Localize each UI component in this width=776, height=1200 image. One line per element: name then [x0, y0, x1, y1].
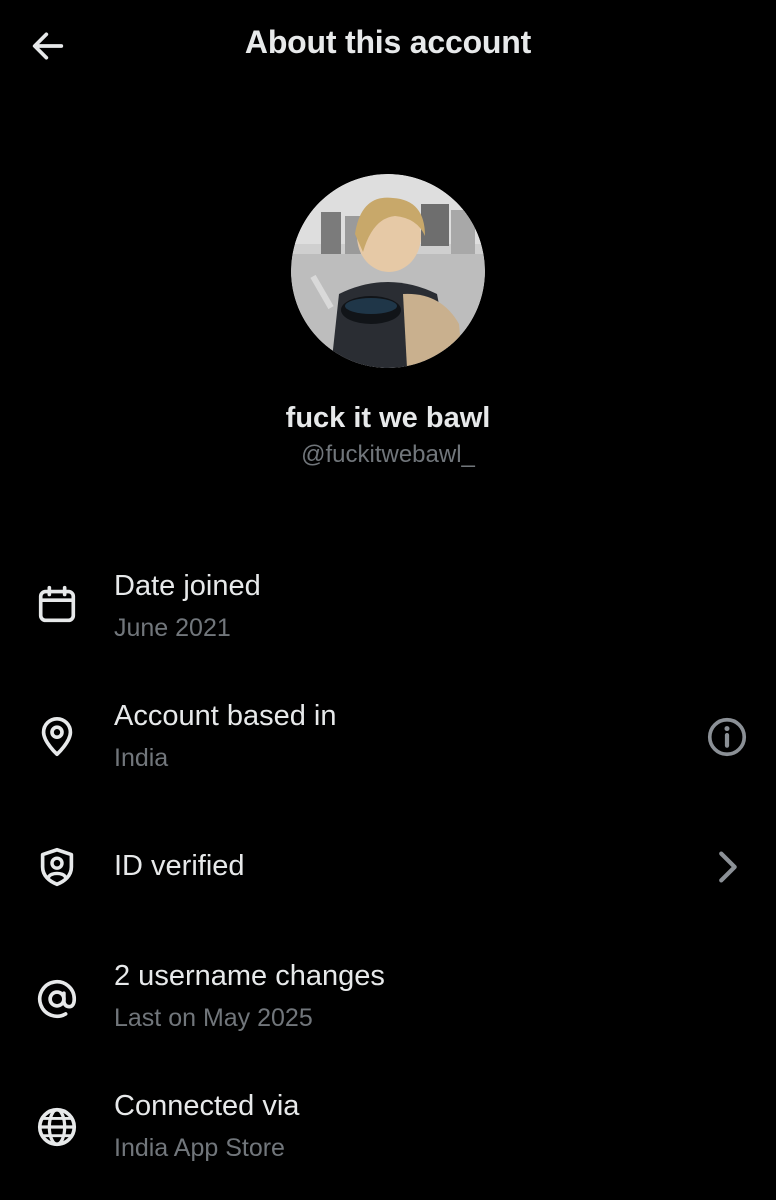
display-name: fuck it we bawl — [285, 402, 491, 434]
row-title: Account based in — [114, 700, 337, 732]
info-icon[interactable] — [704, 714, 750, 760]
at-sign-icon — [37, 979, 77, 1019]
account-based-in-row: Account based in India — [0, 692, 776, 792]
username-changes-row: 2 username changes Last on May 2025 — [0, 952, 776, 1052]
location-pin-icon — [41, 716, 73, 757]
shield-person-icon — [40, 847, 74, 887]
row-subtitle: India App Store — [114, 1134, 285, 1162]
chevron-right-icon[interactable] — [704, 844, 750, 890]
connected-via-row: Connected via India App Store — [0, 1082, 776, 1182]
row-title: ID verified — [114, 850, 245, 882]
row-title: Connected via — [114, 1090, 300, 1122]
row-subtitle: India — [114, 744, 169, 772]
calendar-icon — [38, 585, 76, 623]
row-subtitle: June 2021 — [114, 614, 231, 642]
avatar[interactable] — [291, 174, 485, 368]
username-handle: @fuckitwebawl_ — [301, 441, 475, 468]
profile-summary: fuck it we bawl @fuckitwebawl_ — [0, 174, 776, 469]
globe-icon — [37, 1107, 77, 1147]
top-bar: About this account — [0, 0, 776, 92]
id-verified-row[interactable]: ID verified — [0, 830, 776, 906]
date-joined-row: Date joined June 2021 — [0, 562, 776, 662]
row-title: 2 username changes — [114, 960, 385, 992]
page-title: About this account — [244, 24, 532, 60]
row-title: Date joined — [114, 570, 261, 602]
row-subtitle: Last on May 2025 — [114, 1004, 313, 1032]
